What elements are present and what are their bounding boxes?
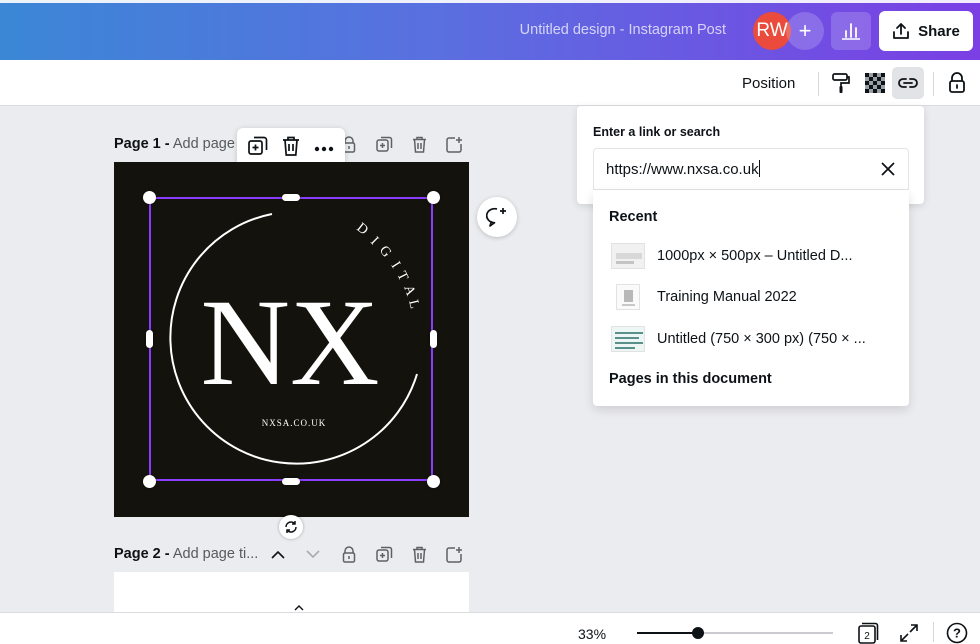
resize-handle-top[interactable] bbox=[282, 194, 300, 201]
resize-handle-top-right[interactable] bbox=[427, 191, 440, 204]
link-suggestions-dropdown: Recent 1000px × 500px – Untitled D... Tr… bbox=[593, 190, 909, 406]
duplicate-icon bbox=[248, 136, 268, 155]
toolbar-divider bbox=[933, 72, 934, 96]
page-2-label[interactable]: Page 2 - Add page ti... bbox=[114, 546, 258, 562]
help-mark: ? bbox=[953, 626, 961, 641]
page-2-lock[interactable] bbox=[338, 543, 360, 565]
bottom-divider bbox=[933, 622, 934, 642]
link-search-input[interactable]: https://www.nxsa.co.uk bbox=[593, 148, 909, 190]
page-2-add-page[interactable] bbox=[443, 543, 465, 565]
copy-style-button[interactable] bbox=[825, 67, 857, 99]
chevron-up-icon bbox=[271, 550, 285, 559]
page-count: 2 bbox=[864, 631, 870, 642]
bar-chart-icon bbox=[842, 23, 860, 40]
top-header: Untitled design - Instagram Post RW + Sh… bbox=[0, 0, 980, 60]
recent-heading: Recent bbox=[609, 209, 658, 225]
resize-handle-bottom-left[interactable] bbox=[143, 475, 156, 488]
chevron-down-icon bbox=[306, 549, 320, 558]
zoom-slider[interactable] bbox=[637, 627, 833, 639]
recent-item[interactable]: Training Manual 2022 bbox=[611, 282, 901, 312]
add-page-icon bbox=[445, 546, 462, 563]
selection-outline bbox=[149, 197, 433, 481]
editor-toolbar: Position bbox=[0, 60, 980, 106]
clear-link-button[interactable] bbox=[878, 159, 898, 179]
rotate-icon bbox=[285, 521, 297, 533]
recent-item-title: Training Manual 2022 bbox=[657, 289, 797, 305]
page-2-move-up[interactable] bbox=[267, 543, 289, 565]
design-thumbnail bbox=[616, 284, 640, 310]
paint-roller-icon bbox=[832, 73, 850, 93]
rotate-handle[interactable] bbox=[279, 515, 303, 539]
trash-icon bbox=[412, 546, 426, 563]
more-options-button[interactable] bbox=[314, 139, 334, 157]
zoom-slider-knob[interactable] bbox=[691, 627, 704, 639]
fullscreen-button[interactable] bbox=[897, 621, 921, 644]
checkerboard-icon bbox=[865, 73, 885, 93]
zoom-slider-fill bbox=[637, 632, 698, 634]
page-2-number: Page 2 - bbox=[114, 546, 170, 562]
chevron-up-icon bbox=[294, 605, 304, 611]
page-grid-button[interactable]: 2 bbox=[856, 621, 880, 644]
position-button[interactable]: Position bbox=[733, 69, 804, 97]
lock-button[interactable] bbox=[941, 67, 973, 99]
design-thumbnail bbox=[611, 326, 645, 352]
share-button[interactable]: Share bbox=[879, 11, 973, 51]
page-1-add-page[interactable] bbox=[443, 133, 465, 155]
link-button[interactable] bbox=[892, 67, 924, 99]
pages-heading[interactable]: Pages in this document bbox=[609, 371, 772, 387]
page-1-delete[interactable] bbox=[408, 133, 430, 155]
add-page-icon bbox=[445, 136, 462, 153]
page-1-label[interactable]: Page 1 - Add page t bbox=[114, 136, 243, 152]
zoom-level[interactable]: 33% bbox=[578, 626, 606, 642]
trash-icon bbox=[283, 136, 299, 156]
resize-handle-right[interactable] bbox=[430, 330, 437, 348]
lock-icon bbox=[949, 72, 965, 93]
duplicate-icon bbox=[375, 136, 392, 152]
recent-item-title: 1000px × 500px – Untitled D... bbox=[657, 248, 853, 264]
resize-handle-bottom-right[interactable] bbox=[427, 475, 440, 488]
header-top-strip bbox=[0, 0, 980, 3]
comment-plus-icon bbox=[486, 207, 506, 227]
page-2-delete[interactable] bbox=[408, 543, 430, 565]
resize-handle-left[interactable] bbox=[146, 330, 153, 348]
upload-icon bbox=[893, 23, 910, 39]
link-input-label: Enter a link or search bbox=[593, 125, 721, 139]
link-input-value: https://www.nxsa.co.uk bbox=[606, 160, 760, 178]
add-comment-button[interactable] bbox=[477, 197, 517, 237]
link-icon bbox=[898, 78, 918, 88]
recent-item[interactable]: Untitled (750 × 300 px) (750 × ... bbox=[611, 324, 901, 354]
recent-item[interactable]: 1000px × 500px – Untitled D... bbox=[611, 241, 901, 271]
page-2-title-input[interactable]: Add page ti... bbox=[173, 546, 258, 562]
expand-icon bbox=[900, 624, 918, 642]
pages-icon: 2 bbox=[858, 622, 879, 644]
help-icon: ? bbox=[946, 622, 968, 644]
page-2-duplicate[interactable] bbox=[373, 543, 395, 565]
design-thumbnail bbox=[611, 243, 645, 269]
page-1-number: Page 1 - bbox=[114, 136, 170, 152]
page-2-move-down[interactable] bbox=[302, 543, 324, 565]
trash-icon bbox=[412, 136, 426, 153]
close-icon bbox=[881, 162, 895, 176]
insights-button[interactable] bbox=[831, 12, 871, 50]
page-1-title-input[interactable]: Add page t bbox=[173, 136, 243, 152]
page-1-duplicate[interactable] bbox=[373, 133, 395, 155]
document-title[interactable]: Untitled design - Instagram Post bbox=[520, 22, 726, 38]
more-icon bbox=[314, 146, 334, 152]
lock-icon bbox=[342, 545, 356, 563]
recent-item-title: Untitled (750 × 300 px) (750 × ... bbox=[657, 331, 866, 347]
resize-handle-top-left[interactable] bbox=[143, 191, 156, 204]
duplicate-icon bbox=[375, 546, 392, 562]
add-people-button[interactable]: + bbox=[786, 12, 824, 50]
help-button[interactable]: ? bbox=[945, 621, 969, 644]
share-label: Share bbox=[918, 22, 960, 40]
resize-handle-bottom[interactable] bbox=[282, 478, 300, 485]
bottom-bar: 33% 2 ? bbox=[0, 612, 980, 644]
duplicate-element-button[interactable] bbox=[248, 136, 268, 161]
delete-element-button[interactable] bbox=[282, 136, 300, 161]
toolbar-divider bbox=[818, 72, 819, 96]
transparency-button[interactable] bbox=[859, 67, 891, 99]
